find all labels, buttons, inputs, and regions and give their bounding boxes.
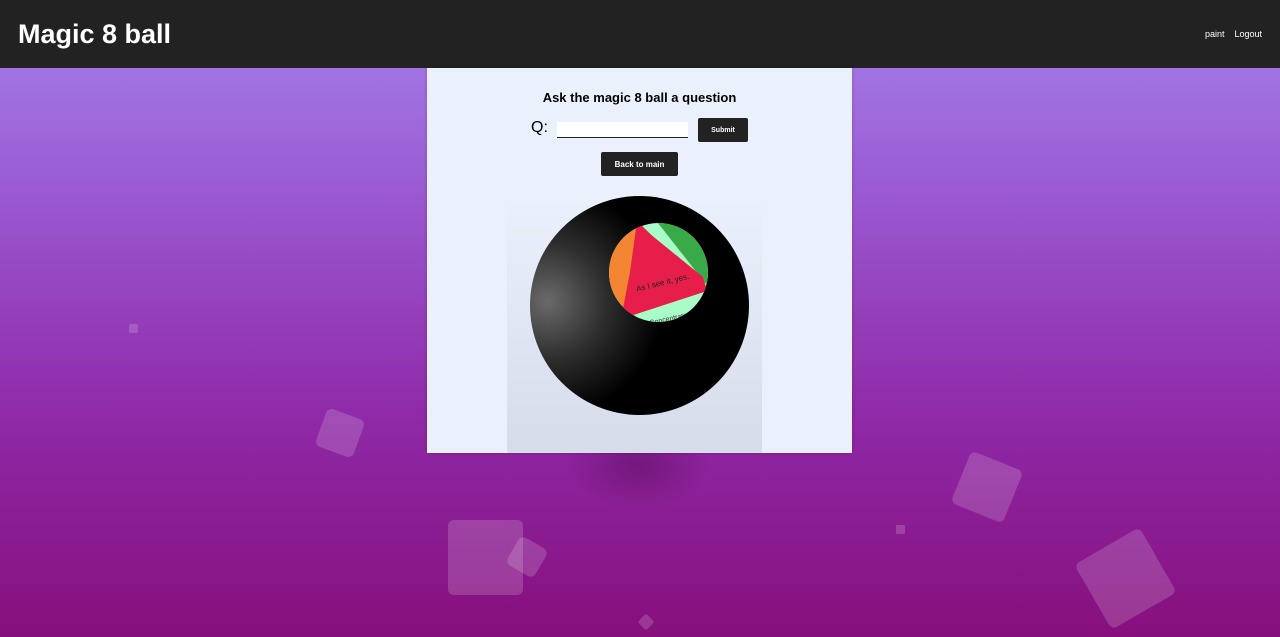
- question-label: Q:: [531, 119, 548, 136]
- question-card: Ask the magic 8 ball a question Q: Submi…: [427, 68, 852, 453]
- decor-square: [896, 525, 905, 534]
- nav-link-paint[interactable]: paint: [1205, 29, 1225, 39]
- submit-button[interactable]: Submit: [698, 118, 748, 142]
- decor-square: [129, 324, 138, 333]
- top-navbar: Magic 8 ball paint Logout: [0, 0, 1280, 68]
- decor-square: [1074, 527, 1177, 630]
- nav-link-logout[interactable]: Logout: [1234, 29, 1262, 39]
- card-title: Ask the magic 8 ball a question: [542, 90, 737, 105]
- magic-8-ball[interactable]: As I see it, yes. Concentrate: [530, 196, 749, 415]
- decor-square: [314, 407, 366, 459]
- answer-die: As I see it, yes. Concentrate: [609, 223, 708, 322]
- app-title: Magic 8 ball: [18, 18, 172, 49]
- answer-window: As I see it, yes. Concentrate: [609, 223, 708, 322]
- question-input[interactable]: [557, 122, 688, 138]
- nav-links: paint Logout: [1205, 29, 1262, 39]
- decor-square: [950, 450, 1024, 524]
- back-to-main-button[interactable]: Back to main: [601, 152, 678, 176]
- decor-square: [637, 613, 655, 631]
